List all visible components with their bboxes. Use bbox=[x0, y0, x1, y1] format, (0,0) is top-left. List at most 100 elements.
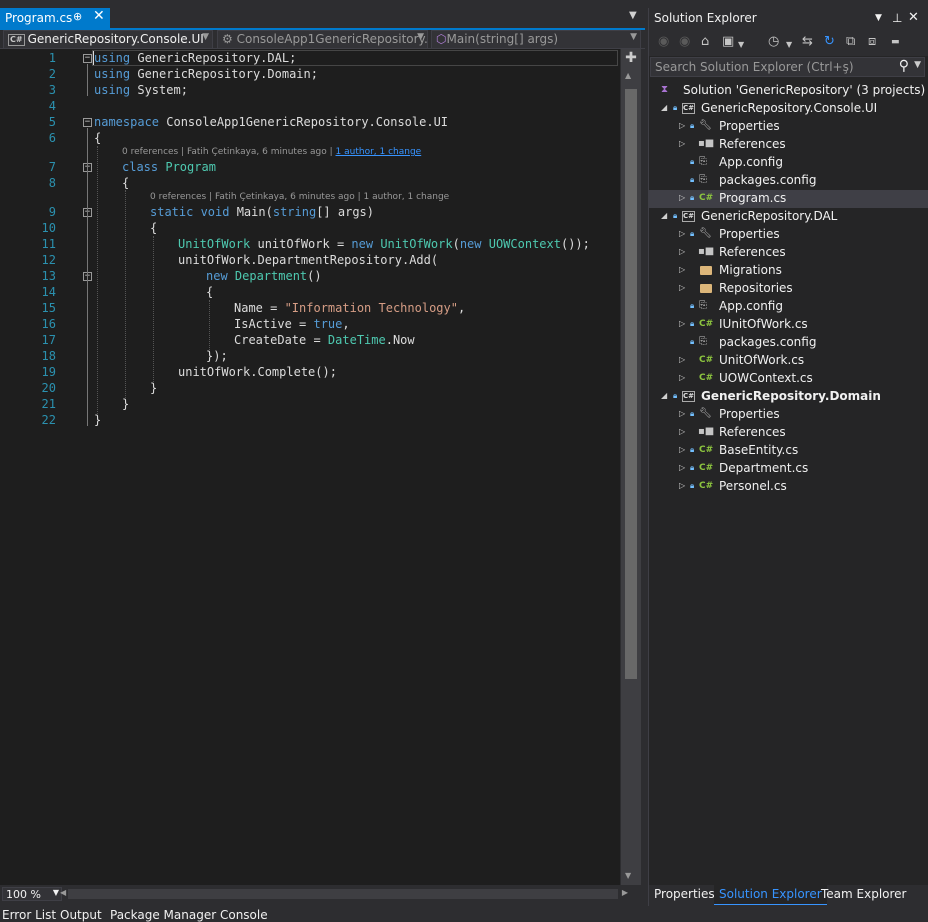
chevron-down-icon[interactable]: ▼ bbox=[786, 38, 792, 52]
code-editor[interactable] bbox=[20, 49, 620, 885]
lock-icon: 🔒︎ bbox=[690, 445, 695, 454]
tab-package-manager-console[interactable]: Package Manager Console bbox=[110, 908, 268, 922]
collapsed-icon[interactable]: ▷ bbox=[679, 463, 685, 472]
tree-item-label: References bbox=[719, 425, 786, 439]
tree-item-uowcontext-cs[interactable]: ▷ C# UOWContext.cs bbox=[649, 370, 928, 388]
collapsed-icon[interactable]: ▷ bbox=[679, 247, 685, 256]
tree-item-properties[interactable]: ▷ 🔒︎ 🔧︎ Properties bbox=[649, 118, 928, 136]
tree-item-label: packages.config bbox=[719, 173, 817, 187]
chevron-down-icon[interactable]: ▼ bbox=[738, 38, 744, 52]
tree-item-app-config[interactable]: 🔒︎ ⎘ App.config bbox=[649, 154, 928, 172]
tree-item-project-console-ui[interactable]: ◢ 🔒︎ C# GenericRepository.Console.UI bbox=[649, 100, 928, 118]
csharp-file-icon: C# bbox=[699, 319, 714, 329]
switch-views-icon[interactable]: ▣ bbox=[722, 35, 734, 49]
scroll-up-icon[interactable]: ▲ bbox=[625, 71, 631, 80]
tree-item-label: App.config bbox=[719, 155, 783, 169]
properties-icon[interactable]: ▬ bbox=[891, 35, 900, 49]
class-dropdown[interactable]: ⚙ ConsoleApp1GenericRepository.C ▼ bbox=[217, 30, 428, 49]
member-dropdown[interactable]: ⬡Main(string[] args) ▼ bbox=[431, 30, 641, 49]
tree-item-department-cs[interactable]: ▷ 🔒︎ C# Department.cs bbox=[649, 460, 928, 478]
home-icon[interactable]: ⌂ bbox=[701, 35, 709, 49]
collapsed-icon[interactable]: ▷ bbox=[679, 319, 685, 328]
horizontal-scrollbar[interactable]: ◀ ▶ bbox=[60, 888, 628, 899]
tree-item-references[interactable]: ▷ ▪■ References bbox=[649, 424, 928, 442]
back-icon[interactable]: ◉ bbox=[658, 35, 669, 49]
bottom-tool-tabs: Error List Output Package Manager Consol… bbox=[0, 906, 928, 922]
tree-item-project-domain[interactable]: ◢ 🔒︎ C# GenericRepository.Domain bbox=[649, 388, 928, 406]
expanded-icon[interactable]: ◢ bbox=[661, 391, 667, 400]
collapsed-icon[interactable]: ▷ bbox=[679, 409, 685, 418]
collapsed-icon[interactable]: ▷ bbox=[679, 139, 685, 148]
tab-program-cs[interactable]: Program.cs ⊕ ✕ bbox=[0, 8, 110, 28]
collapsed-icon[interactable]: ▷ bbox=[679, 373, 685, 382]
collapsed-icon[interactable]: ▷ bbox=[679, 355, 685, 364]
tab-error-list[interactable]: Error List bbox=[2, 908, 56, 922]
collapsed-icon[interactable]: ▷ bbox=[679, 121, 685, 130]
pending-changes-icon[interactable]: ◷ bbox=[768, 35, 779, 49]
tree-item-solution[interactable]: ⧗ Solution 'GenericRepository' (3 projec… bbox=[649, 82, 928, 100]
tab-solution-explorer[interactable]: Solution Explorer bbox=[714, 885, 827, 905]
tree-item-unitofwork-cs[interactable]: ▷ C# UnitOfWork.cs bbox=[649, 352, 928, 370]
expanded-icon[interactable]: ◢ bbox=[661, 103, 667, 112]
collapsed-icon[interactable]: ▷ bbox=[679, 481, 685, 490]
scrollbar-thumb[interactable] bbox=[625, 89, 637, 679]
sync-icon[interactable]: ⇆ bbox=[802, 35, 813, 49]
tree-item-program-cs[interactable]: ▷ 🔒︎ C# Program.cs bbox=[649, 190, 928, 208]
forward-icon[interactable]: ◉ bbox=[679, 35, 690, 49]
collapsed-icon[interactable]: ▷ bbox=[679, 193, 685, 202]
close-icon[interactable]: ✕ bbox=[93, 8, 105, 24]
collapsed-icon[interactable]: ▷ bbox=[679, 445, 685, 454]
tree-item-packages-config[interactable]: 🔒︎ ⎘ packages.config bbox=[649, 172, 928, 190]
tree-item-label: Personel.cs bbox=[719, 479, 787, 493]
tree-item-label: References bbox=[719, 137, 786, 151]
search-icon[interactable]: ⚲ bbox=[899, 58, 909, 74]
tree-item-properties[interactable]: ▷ 🔒︎ 🔧︎ Properties bbox=[649, 226, 928, 244]
tree-item-repositories[interactable]: ▷ Repositories bbox=[649, 280, 928, 298]
collapsed-icon[interactable]: ▷ bbox=[679, 265, 685, 274]
search-input[interactable]: Search Solution Explorer (Ctrl+ş) bbox=[655, 60, 854, 74]
solution-tree: ⧗ Solution 'GenericRepository' (3 projec… bbox=[649, 82, 928, 502]
scroll-down-icon[interactable]: ▼ bbox=[625, 871, 631, 880]
tree-item-references[interactable]: ▷ ▪■ References bbox=[649, 244, 928, 262]
tree-item-label: BaseEntity.cs bbox=[719, 443, 799, 457]
collapse-all-icon[interactable]: ⧉ bbox=[846, 35, 855, 49]
tab-output[interactable]: Output bbox=[60, 908, 102, 922]
tree-item-references[interactable]: ▷ ▪■ References bbox=[649, 136, 928, 154]
split-window-icon[interactable]: ✚ bbox=[623, 51, 639, 65]
expanded-icon[interactable]: ◢ bbox=[661, 211, 667, 220]
tree-item-migrations[interactable]: ▷ Migrations bbox=[649, 262, 928, 280]
lock-icon: 🔒︎ bbox=[673, 211, 678, 220]
tab-label: Program.cs bbox=[5, 11, 73, 25]
tab-team-explorer[interactable]: Team Explorer bbox=[816, 885, 912, 905]
lock-icon: 🔒︎ bbox=[690, 409, 695, 418]
tree-item-baseentity-cs[interactable]: ▷ 🔒︎ C# BaseEntity.cs bbox=[649, 442, 928, 460]
tree-item-iunitofwork-cs[interactable]: ▷ 🔒︎ C# IUnitOfWork.cs bbox=[649, 316, 928, 334]
collapsed-icon[interactable]: ▷ bbox=[679, 427, 685, 436]
search-box[interactable]: Search Solution Explorer (Ctrl+ş) ⚲ ▼ bbox=[650, 57, 925, 77]
zoom-dropdown[interactable]: 100 % ▼ bbox=[2, 887, 62, 901]
collapsed-icon[interactable]: ▷ bbox=[679, 283, 685, 292]
window-menu-icon[interactable]: ▼ bbox=[875, 13, 882, 23]
project-dropdown[interactable]: C# GenericRepository.Console.UI ▼ bbox=[3, 30, 213, 49]
lock-icon: 🔒︎ bbox=[690, 175, 695, 184]
pin-icon[interactable]: ⊕ bbox=[73, 10, 82, 23]
tree-item-packages-config[interactable]: 🔒︎ ⎘ packages.config bbox=[649, 334, 928, 352]
tree-item-label: Repositories bbox=[719, 281, 793, 295]
tree-item-project-dal[interactable]: ◢ 🔒︎ C# GenericRepository.DAL bbox=[649, 208, 928, 226]
vertical-scrollbar[interactable]: ✚ ▲ ▼ bbox=[621, 49, 641, 885]
close-icon[interactable]: ✕ bbox=[908, 10, 919, 25]
scroll-right-icon[interactable]: ▶ bbox=[622, 888, 628, 897]
tree-item-app-config[interactable]: 🔒︎ ⎘ App.config bbox=[649, 298, 928, 316]
tab-properties[interactable]: Properties bbox=[649, 885, 720, 905]
show-all-files-icon[interactable]: ⧈ bbox=[868, 35, 876, 49]
tree-item-properties[interactable]: ▷ 🔒︎ 🔧︎ Properties bbox=[649, 406, 928, 424]
tabs-dropdown-icon[interactable]: ▼ bbox=[629, 10, 637, 21]
collapsed-icon[interactable]: ▷ bbox=[679, 229, 685, 238]
tree-item-personel-cs[interactable]: ▷ 🔒︎ C# Personel.cs bbox=[649, 478, 928, 496]
tree-item-label: Properties bbox=[719, 119, 780, 133]
chevron-down-icon[interactable]: ▼ bbox=[914, 60, 921, 70]
refresh-icon[interactable]: ↻ bbox=[824, 35, 835, 49]
tree-item-label: GenericRepository.DAL bbox=[701, 209, 838, 223]
scroll-left-icon[interactable]: ◀ bbox=[60, 888, 66, 897]
pin-icon[interactable]: ⊥ bbox=[892, 11, 902, 25]
